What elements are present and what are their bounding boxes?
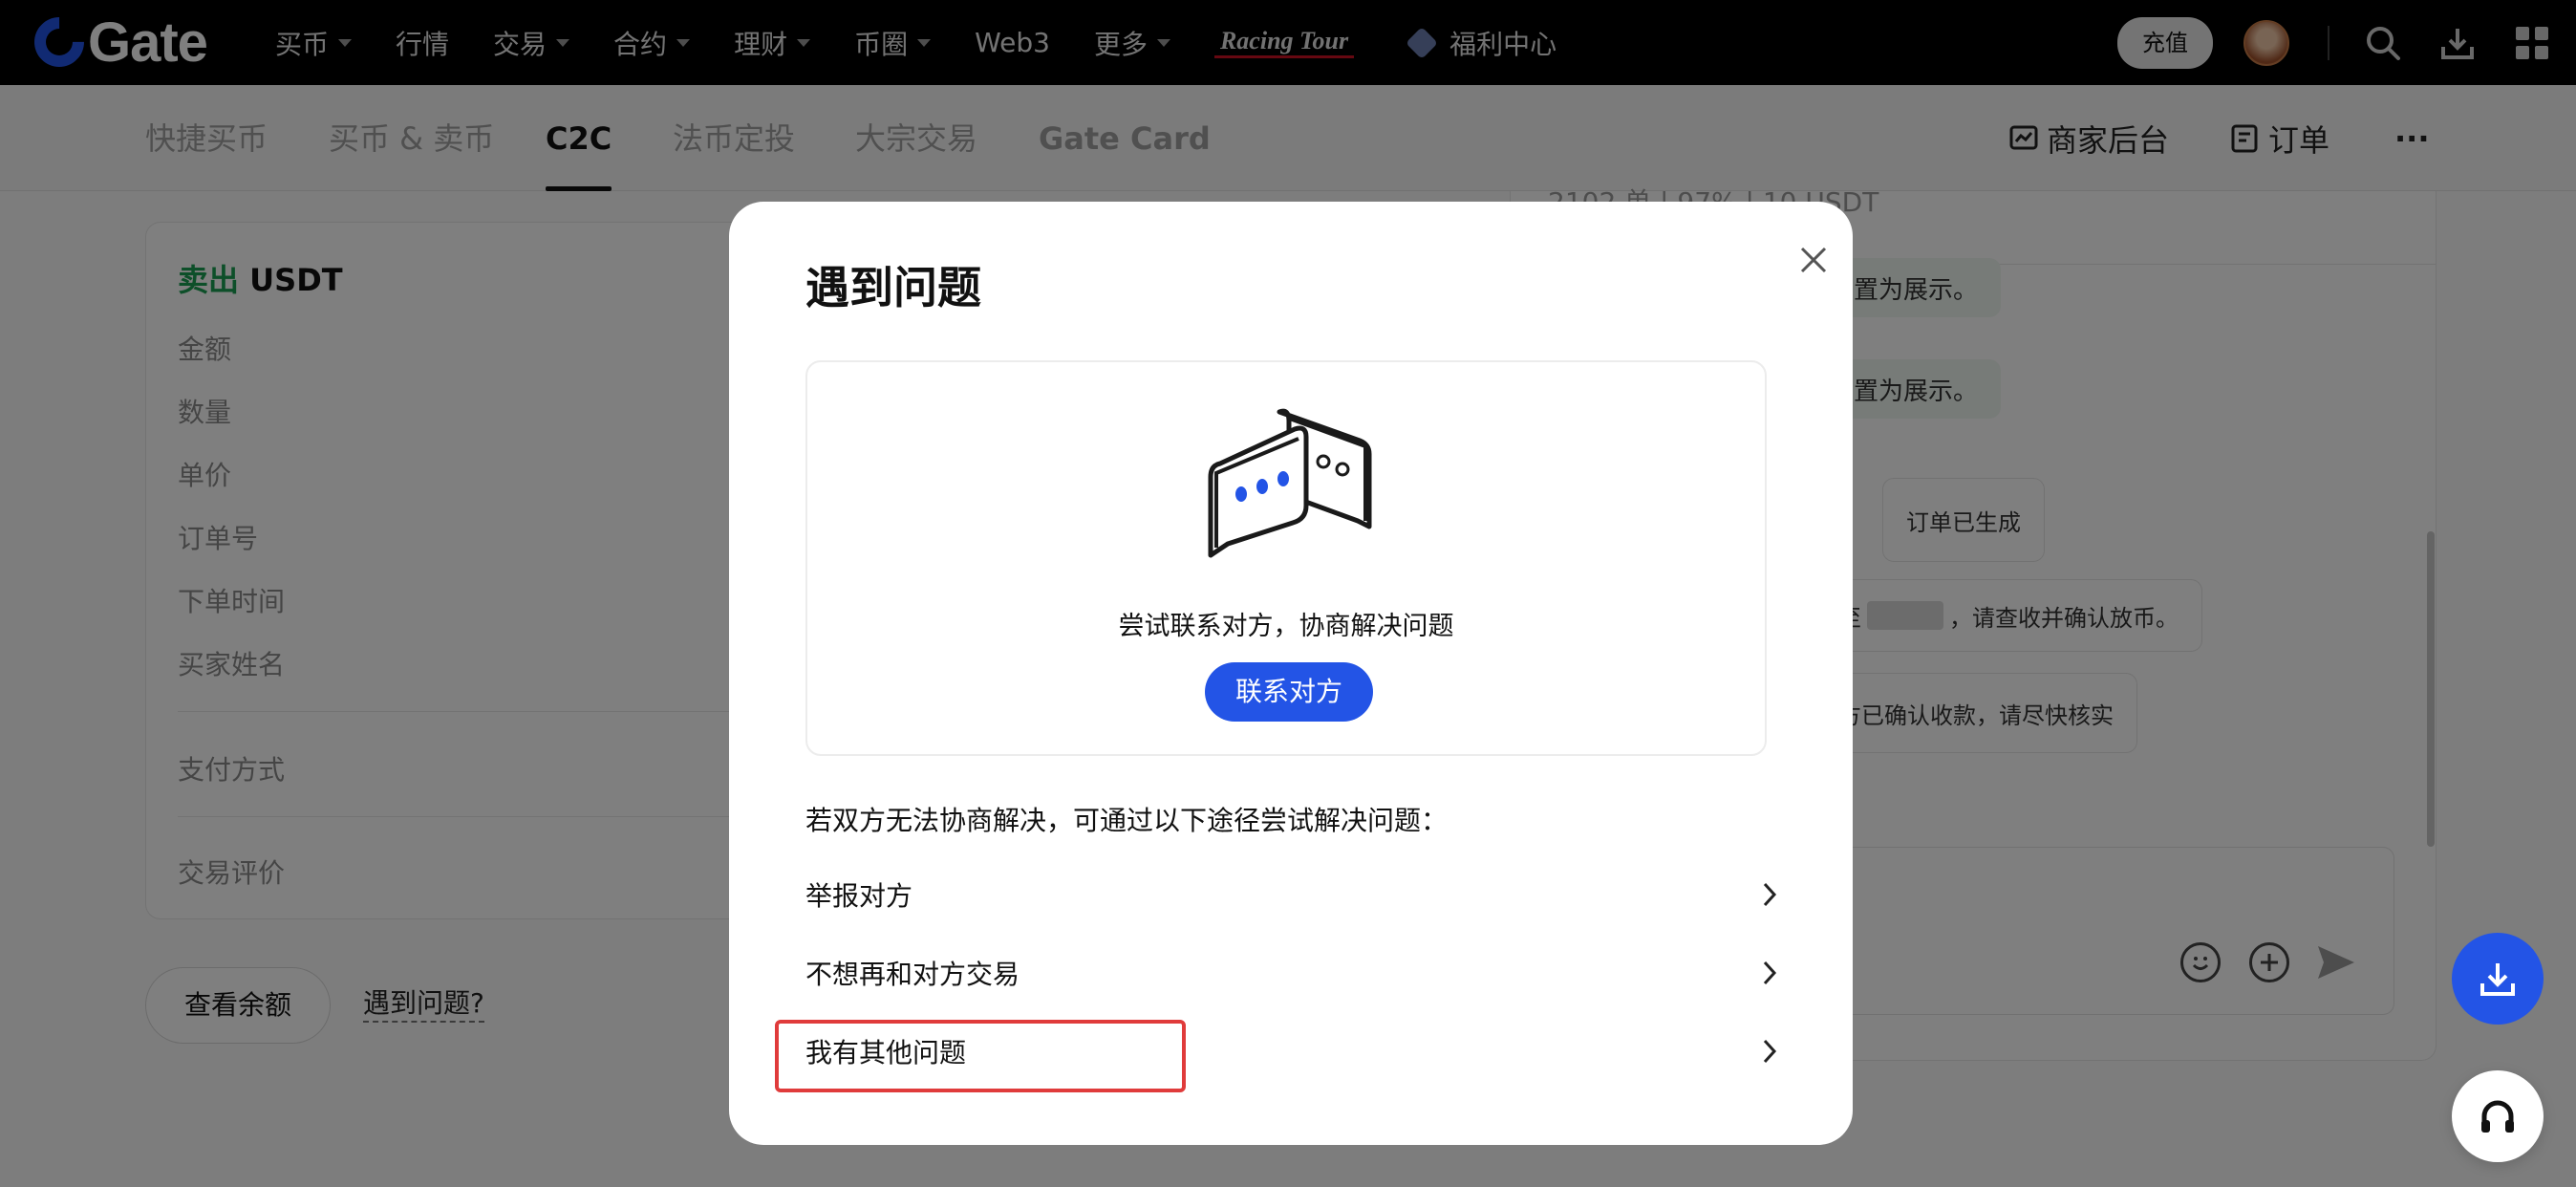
chevron-right-icon xyxy=(1763,1039,1777,1064)
contact-counterparty-button[interactable]: 联系对方 xyxy=(1205,662,1373,722)
chevron-right-icon xyxy=(1763,882,1777,907)
option-block-counterparty[interactable]: 不想再和对方交易 xyxy=(805,941,1780,1004)
headset-icon xyxy=(2481,1100,2514,1133)
close-icon[interactable] xyxy=(1786,232,1841,288)
option-label: 举报对方 xyxy=(805,880,913,912)
floating-support-button[interactable] xyxy=(2452,1070,2544,1162)
highlight-annotation xyxy=(775,1020,1186,1092)
download-icon xyxy=(2480,963,2515,996)
problem-dialog: 遇到问题 尝试联系对方，协商解决问题 联系对方 若双方无法协商解决，可通过以下途… xyxy=(729,202,1853,1145)
alternative-solutions-text: 若双方无法协商解决，可通过以下途径尝试解决问题： xyxy=(805,805,1449,836)
chevron-right-icon xyxy=(1763,960,1777,985)
chat-bubbles-illustration-icon xyxy=(1208,408,1372,558)
contact-counterparty-card: 尝试联系对方，协商解决问题 联系对方 xyxy=(805,360,1767,756)
floating-download-button[interactable] xyxy=(2452,933,2544,1025)
option-label: 不想再和对方交易 xyxy=(805,959,1020,990)
option-report-counterparty[interactable]: 举报对方 xyxy=(805,863,1780,926)
dialog-title: 遇到问题 xyxy=(805,262,981,313)
contact-hint-text: 尝试联系对方，协商解决问题 xyxy=(1118,612,1454,641)
